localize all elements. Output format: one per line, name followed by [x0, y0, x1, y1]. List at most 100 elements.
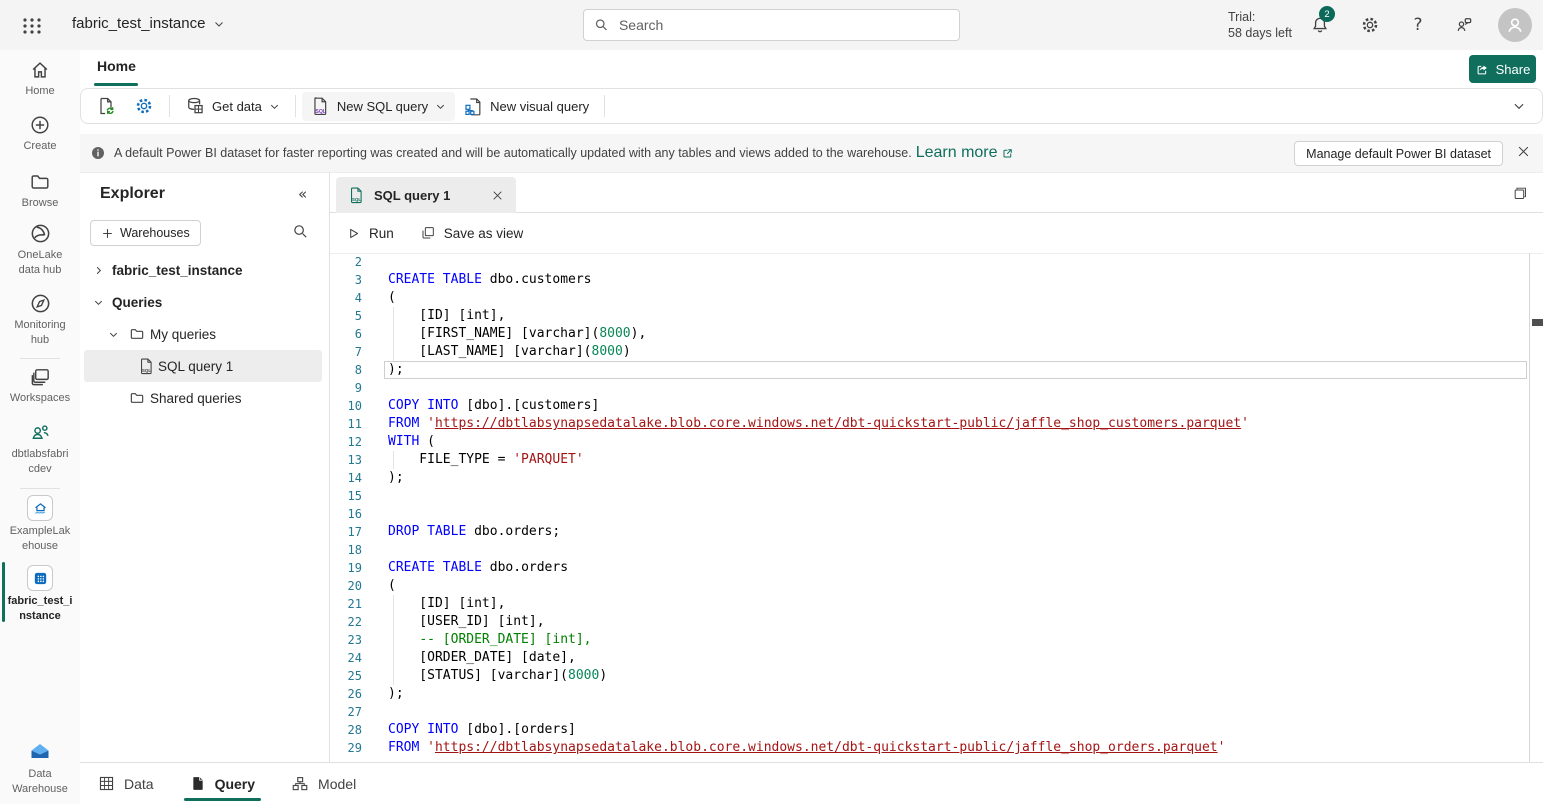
code-line[interactable]: 14); [330, 469, 1529, 487]
line-number: 10 [330, 397, 362, 415]
nav-onelake-data-hub[interactable]: OneLake data hub [0, 222, 80, 278]
code-line[interactable]: 24 [ORDER_DATE] [date], [330, 649, 1529, 667]
tab-list-button[interactable] [1512, 185, 1529, 202]
workspace-switcher[interactable]: fabric_test_instance [72, 15, 225, 32]
code-text: CREATE TABLE dbo.orders [388, 559, 568, 577]
close-icon [1516, 144, 1531, 159]
folder-icon [29, 171, 51, 193]
scrollbar-thumb[interactable] [1532, 319, 1543, 326]
share-button[interactable]: Share [1469, 55, 1536, 83]
code-line[interactable]: 6 [FIRST_NAME] [varchar](8000), [330, 325, 1529, 343]
collapse-explorer-button[interactable]: « [298, 185, 307, 203]
close-tab-button[interactable] [491, 189, 504, 202]
editor-right-border [1529, 253, 1530, 763]
code-text: DROP TABLE dbo.orders; [388, 523, 560, 541]
code-text: [FIRST_NAME] [varchar](8000), [388, 325, 646, 343]
nav-data-warehouse[interactable]: Data Warehouse [0, 740, 80, 797]
line-number: 3 [330, 271, 362, 289]
code-line[interactable]: 9 [330, 379, 1529, 397]
folder-icon [124, 390, 150, 406]
view-tab-data[interactable]: Data [98, 763, 154, 804]
feedback-button[interactable] [1450, 11, 1478, 39]
code-line[interactable]: 20( [330, 577, 1529, 595]
refresh-dataset-button[interactable] [87, 91, 125, 121]
code-editor[interactable]: 23CREATE TABLE dbo.customers4(5 [ID] [in… [330, 253, 1529, 763]
nav-workspaces[interactable]: Workspaces [0, 365, 80, 406]
save-as-view-button[interactable]: Save as view [420, 225, 524, 241]
code-line[interactable]: 7 [LAST_NAME] [varchar](8000) [330, 343, 1529, 361]
code-line[interactable]: 28COPY INTO [dbo].[orders] [330, 721, 1529, 739]
code-text: WITH ( [388, 433, 435, 451]
nav-home[interactable]: Home [0, 59, 80, 99]
explorer-search-button[interactable] [292, 223, 309, 240]
settings-toolbar-button[interactable] [125, 91, 163, 121]
code-line[interactable]: 26); [330, 685, 1529, 703]
search-input[interactable] [617, 16, 949, 34]
code-line[interactable]: 10COPY INTO [dbo].[customers] [330, 397, 1529, 415]
nav-dbtlabsfabricdev[interactable]: dbtlabsfabri cdev [0, 421, 80, 477]
tree-item-sql-query-1[interactable]: SQL SQL query 1 [84, 350, 322, 382]
lakehouse-tile [27, 495, 53, 521]
code-line[interactable]: 5 [ID] [int], [330, 307, 1529, 325]
line-number: 24 [330, 649, 362, 667]
nav-monitoring-hub[interactable]: Monitoring hub [0, 292, 80, 348]
code-line[interactable]: 27 [330, 703, 1529, 721]
app-launcher-icon[interactable] [20, 13, 44, 37]
gear-blue-icon [134, 96, 154, 116]
get-data-button[interactable]: Get data [176, 91, 289, 121]
code-line[interactable]: 19CREATE TABLE dbo.orders [330, 559, 1529, 577]
code-line[interactable]: 29FROM 'https://dbtlabsynapsedatalake.bl… [330, 739, 1529, 757]
code-line[interactable]: 21 [ID] [int], [330, 595, 1529, 613]
tree-item-root[interactable]: fabric_test_instance [84, 254, 322, 286]
banner-close-button[interactable] [1516, 144, 1531, 159]
help-button[interactable]: ? [1404, 11, 1432, 39]
notifications-button[interactable]: 2 [1306, 11, 1334, 39]
settings-button[interactable] [1356, 11, 1384, 39]
add-warehouses-button[interactable]: Warehouses [90, 220, 201, 246]
code-line[interactable]: 16 [330, 505, 1529, 523]
nav-dbt-label-1: dbtlabsfabri [0, 447, 80, 462]
nav-browse[interactable]: Browse [0, 171, 80, 211]
code-line[interactable]: 15 [330, 487, 1529, 505]
code-line[interactable]: 25 [STATUS] [varchar](8000) [330, 667, 1529, 685]
line-number: 16 [330, 505, 362, 523]
code-line[interactable]: 22 [USER_ID] [int], [330, 613, 1529, 631]
chevron-down-icon [213, 18, 225, 30]
nav-fabric-test-instance[interactable]: fabric_test_i nstance [0, 565, 80, 624]
code-line[interactable]: 17DROP TABLE dbo.orders; [330, 523, 1529, 541]
view-tab-model[interactable]: Model [291, 763, 356, 804]
dataset-refresh-icon [96, 96, 116, 116]
new-visual-query-button[interactable]: New visual query [455, 92, 598, 121]
view-tab-query[interactable]: Query [190, 763, 255, 804]
code-line[interactable]: 12WITH ( [330, 433, 1529, 451]
tab-home[interactable]: Home [97, 58, 136, 74]
code-line[interactable]: 8); [330, 361, 1529, 379]
learn-more-link[interactable]: Learn more [916, 144, 1014, 162]
tab-sql-query-1[interactable]: SQL SQL query 1 [336, 177, 516, 213]
code-line[interactable]: 11FROM 'https://dbtlabsynapsedatalake.bl… [330, 415, 1529, 433]
tree-item-queries[interactable]: Queries [84, 286, 322, 318]
code-text: ); [388, 469, 404, 487]
code-text: [USER_ID] [int], [388, 613, 545, 631]
nav-create[interactable]: Create [0, 114, 80, 154]
indent-guide [393, 595, 394, 685]
code-text: ( [388, 577, 396, 595]
sql-file-icon: SQL [134, 358, 158, 375]
tree-item-shared-queries[interactable]: Shared queries [84, 382, 322, 414]
ribbon-collapse-button[interactable] [1512, 99, 1526, 113]
code-line[interactable]: 23 -- [ORDER_DATE] [int], [330, 631, 1529, 649]
manage-default-dataset-button[interactable]: Manage default Power BI dataset [1294, 141, 1503, 166]
code-line[interactable]: 2 [330, 253, 1529, 271]
code-line[interactable]: 4( [330, 289, 1529, 307]
code-line[interactable]: 13 FILE_TYPE = 'PARQUET' [330, 451, 1529, 469]
line-number: 15 [330, 487, 362, 505]
run-button[interactable]: Run [346, 226, 394, 241]
code-line[interactable]: 18 [330, 541, 1529, 559]
account-avatar[interactable] [1498, 8, 1532, 42]
new-sql-query-button[interactable]: SQL New SQL query [302, 92, 455, 121]
model-icon [291, 775, 309, 793]
code-line[interactable]: 3CREATE TABLE dbo.customers [330, 271, 1529, 289]
tree-item-my-queries[interactable]: My queries [84, 318, 322, 350]
code-text: ( [388, 289, 396, 307]
nav-examplelakehouse[interactable]: ExampleLak ehouse [0, 495, 80, 554]
